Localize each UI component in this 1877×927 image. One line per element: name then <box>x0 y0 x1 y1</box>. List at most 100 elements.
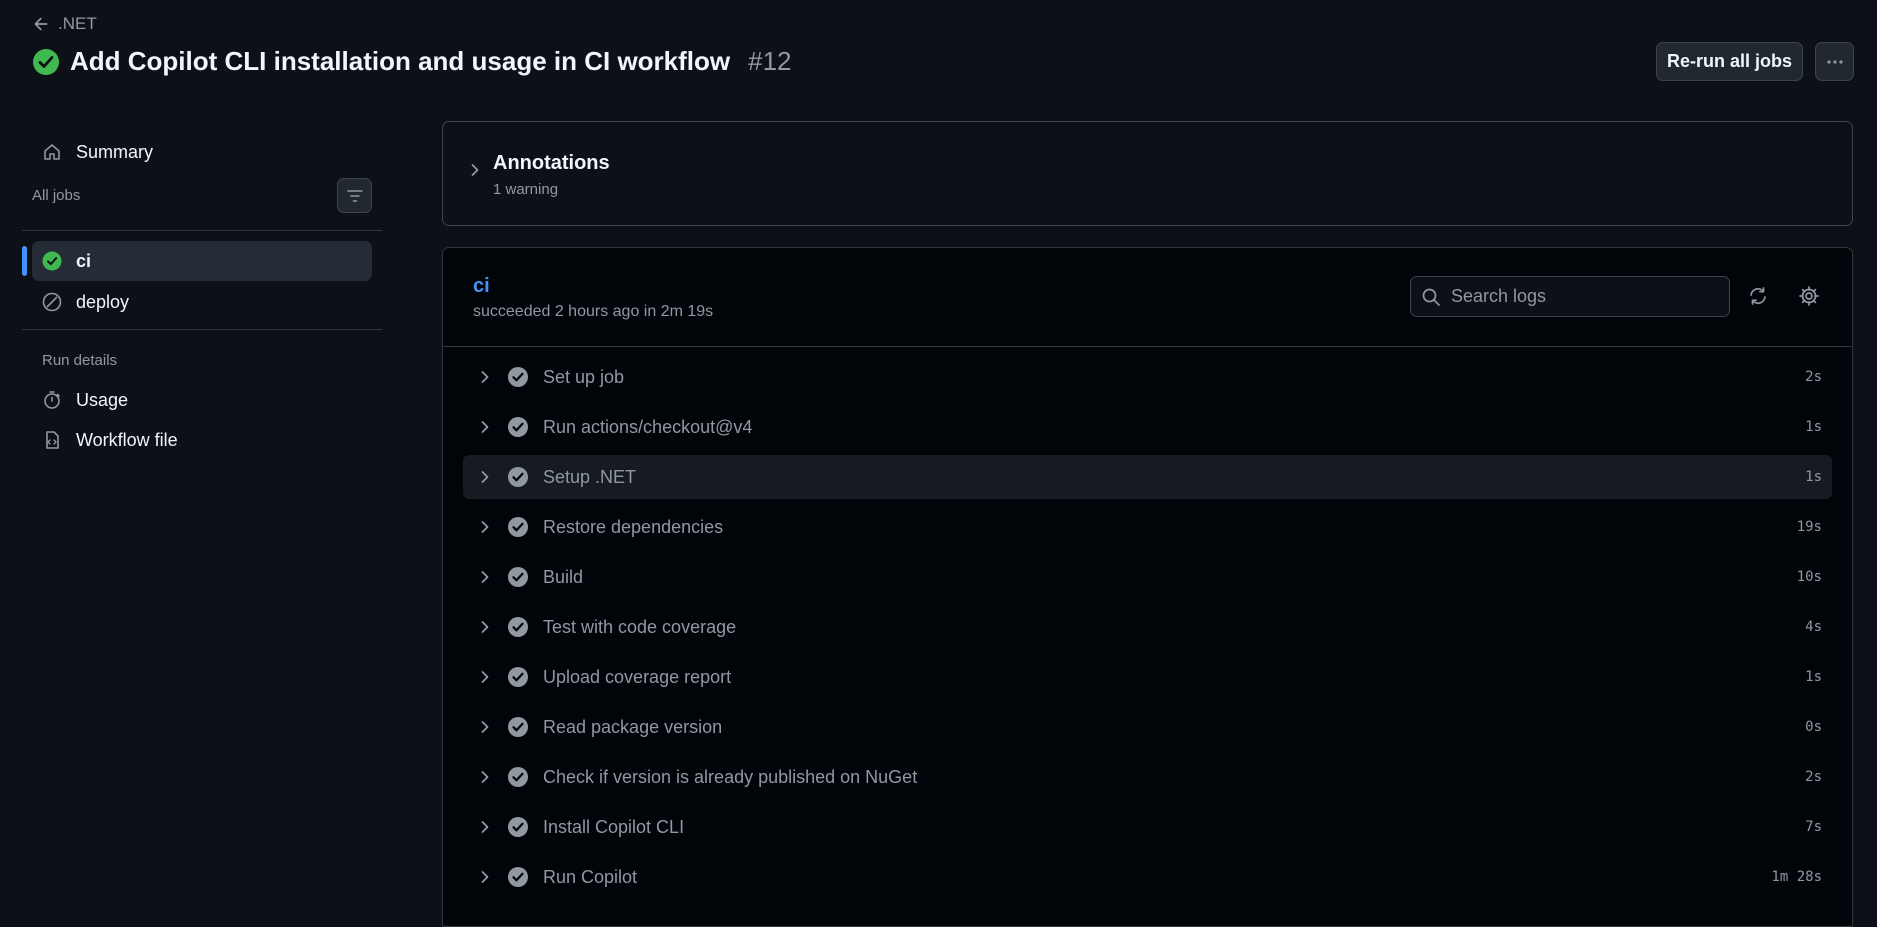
chevron-right-icon <box>481 871 489 883</box>
job-status-text: succeeded 2 hours ago in 2m 19s <box>473 303 714 320</box>
step-duration: 4s <box>1805 619 1822 635</box>
check-circle-icon <box>508 417 528 437</box>
step-row[interactable]: Read package version 0s <box>463 705 1832 749</box>
home-icon <box>44 144 60 160</box>
filter-icon <box>346 189 363 202</box>
step-row[interactable]: Build 10s <box>463 555 1832 599</box>
step-name: Upload coverage report <box>543 666 732 687</box>
chevron-right-icon <box>481 671 489 683</box>
step-name: Test with code coverage <box>543 616 737 637</box>
sidebar-item-ci[interactable]: ci <box>32 241 372 281</box>
step-duration: 1m 28s <box>1771 869 1822 885</box>
step-name: Build <box>543 566 584 587</box>
annotations-count: 1 warning <box>493 181 559 198</box>
step-duration: 7s <box>1805 819 1822 835</box>
step-name: Run actions/checkout@v4 <box>543 416 753 437</box>
settings-button[interactable] <box>1794 281 1824 311</box>
check-circle-icon <box>508 667 528 687</box>
step-row[interactable]: Setup .NET 1s <box>463 455 1832 499</box>
all-jobs-heading: All jobs <box>32 187 81 204</box>
step-name: Install Copilot CLI <box>543 816 685 837</box>
steps-list: Set up job 2s Run actions/checkout@v4 1s… <box>463 355 1832 905</box>
sidebar-item-deploy[interactable]: deploy <box>32 282 372 322</box>
search-logs-field[interactable] <box>1410 276 1730 317</box>
sidebar-item-label: Workflow file <box>76 429 178 450</box>
step-duration: 0s <box>1805 719 1822 735</box>
chevron-right-icon <box>481 621 489 633</box>
chevron-right-icon <box>471 164 479 176</box>
selected-indicator <box>22 246 27 276</box>
rerun-all-jobs-button[interactable]: Re-run all jobs <box>1656 42 1803 81</box>
success-check-icon <box>33 48 59 75</box>
check-circle-icon <box>508 567 528 587</box>
check-circle-icon <box>508 517 528 537</box>
annotations-title: Annotations <box>493 152 610 174</box>
job-log-panel: ci succeeded 2 hours ago in 2m 19s Set u <box>442 247 1853 927</box>
annotations-panel[interactable]: Annotations 1 warning <box>442 121 1853 226</box>
stopwatch-icon <box>44 391 60 409</box>
step-row[interactable]: Restore dependencies 19s <box>463 505 1832 549</box>
run-number: #12 <box>748 46 792 76</box>
step-row[interactable]: Test with code coverage 4s <box>463 605 1832 649</box>
title-row: Add Copilot CLI installation and usage i… <box>32 46 792 77</box>
search-logs-input[interactable] <box>1451 286 1711 307</box>
check-circle-icon <box>508 617 528 637</box>
step-row[interactable]: Run Copilot 1m 28s <box>463 855 1832 899</box>
sidebar-divider <box>22 329 382 330</box>
step-duration: 2s <box>1805 769 1822 785</box>
kebab-horizontal-icon <box>1826 59 1843 64</box>
step-duration: 10s <box>1796 569 1822 585</box>
check-circle-icon <box>508 367 528 387</box>
step-row[interactable]: Upload coverage report 1s <box>463 655 1832 699</box>
chevron-right-icon <box>481 471 489 483</box>
sidebar-item-label: deploy <box>76 291 130 312</box>
sidebar-item-label: Summary <box>76 141 154 162</box>
skipped-icon <box>42 292 62 312</box>
back-link-label: .NET <box>58 14 97 33</box>
chevron-right-icon <box>481 371 489 383</box>
step-duration: 1s <box>1805 419 1822 435</box>
chevron-right-icon <box>481 721 489 733</box>
step-name: Set up job <box>543 366 625 387</box>
step-name: Read package version <box>543 716 723 737</box>
step-name: Restore dependencies <box>543 516 724 537</box>
sidebar-item-label: Usage <box>76 389 129 410</box>
filter-jobs-button[interactable] <box>337 178 372 213</box>
check-circle-icon <box>508 767 528 787</box>
check-circle-icon <box>508 867 528 887</box>
check-circle-icon <box>508 817 528 837</box>
step-row[interactable]: Check if version is already published on… <box>463 755 1832 799</box>
sidebar-item-summary[interactable]: Summary <box>32 132 372 172</box>
page-title: Add Copilot CLI installation and usage i… <box>70 46 731 76</box>
more-options-button[interactable] <box>1815 42 1854 81</box>
run-details-heading: Run details <box>42 352 118 369</box>
step-name: Check if version is already published on… <box>543 766 918 787</box>
sidebar-divider <box>22 230 382 231</box>
refresh-button[interactable] <box>1743 281 1773 311</box>
sidebar-item-workflow-file[interactable]: Workflow file <box>32 420 372 460</box>
sidebar-item-usage[interactable]: Usage <box>32 380 372 420</box>
step-row[interactable]: Set up job 2s <box>463 355 1832 399</box>
step-name: Setup .NET <box>543 466 637 487</box>
chevron-right-icon <box>481 821 489 833</box>
check-circle-icon <box>508 467 528 487</box>
step-duration: 1s <box>1805 469 1822 485</box>
step-duration: 1s <box>1805 669 1822 685</box>
chevron-right-icon <box>481 421 489 433</box>
job-name-link[interactable]: ci <box>473 275 490 298</box>
chevron-right-icon <box>481 571 489 583</box>
search-icon <box>1422 288 1440 306</box>
file-code-icon <box>46 431 59 449</box>
check-circle-icon <box>508 717 528 737</box>
chevron-right-icon <box>481 521 489 533</box>
gear-icon <box>1799 286 1819 306</box>
chevron-right-icon <box>481 771 489 783</box>
sidebar-item-label: ci <box>76 250 92 271</box>
step-row[interactable]: Install Copilot CLI 7s <box>463 805 1832 849</box>
job-header-divider <box>443 346 1852 347</box>
step-row[interactable]: Run actions/checkout@v4 1s <box>463 405 1832 449</box>
success-check-icon <box>42 251 62 271</box>
step-name: Run Copilot <box>543 866 638 887</box>
step-duration: 19s <box>1796 519 1822 535</box>
back-link[interactable]: .NET <box>32 14 97 34</box>
